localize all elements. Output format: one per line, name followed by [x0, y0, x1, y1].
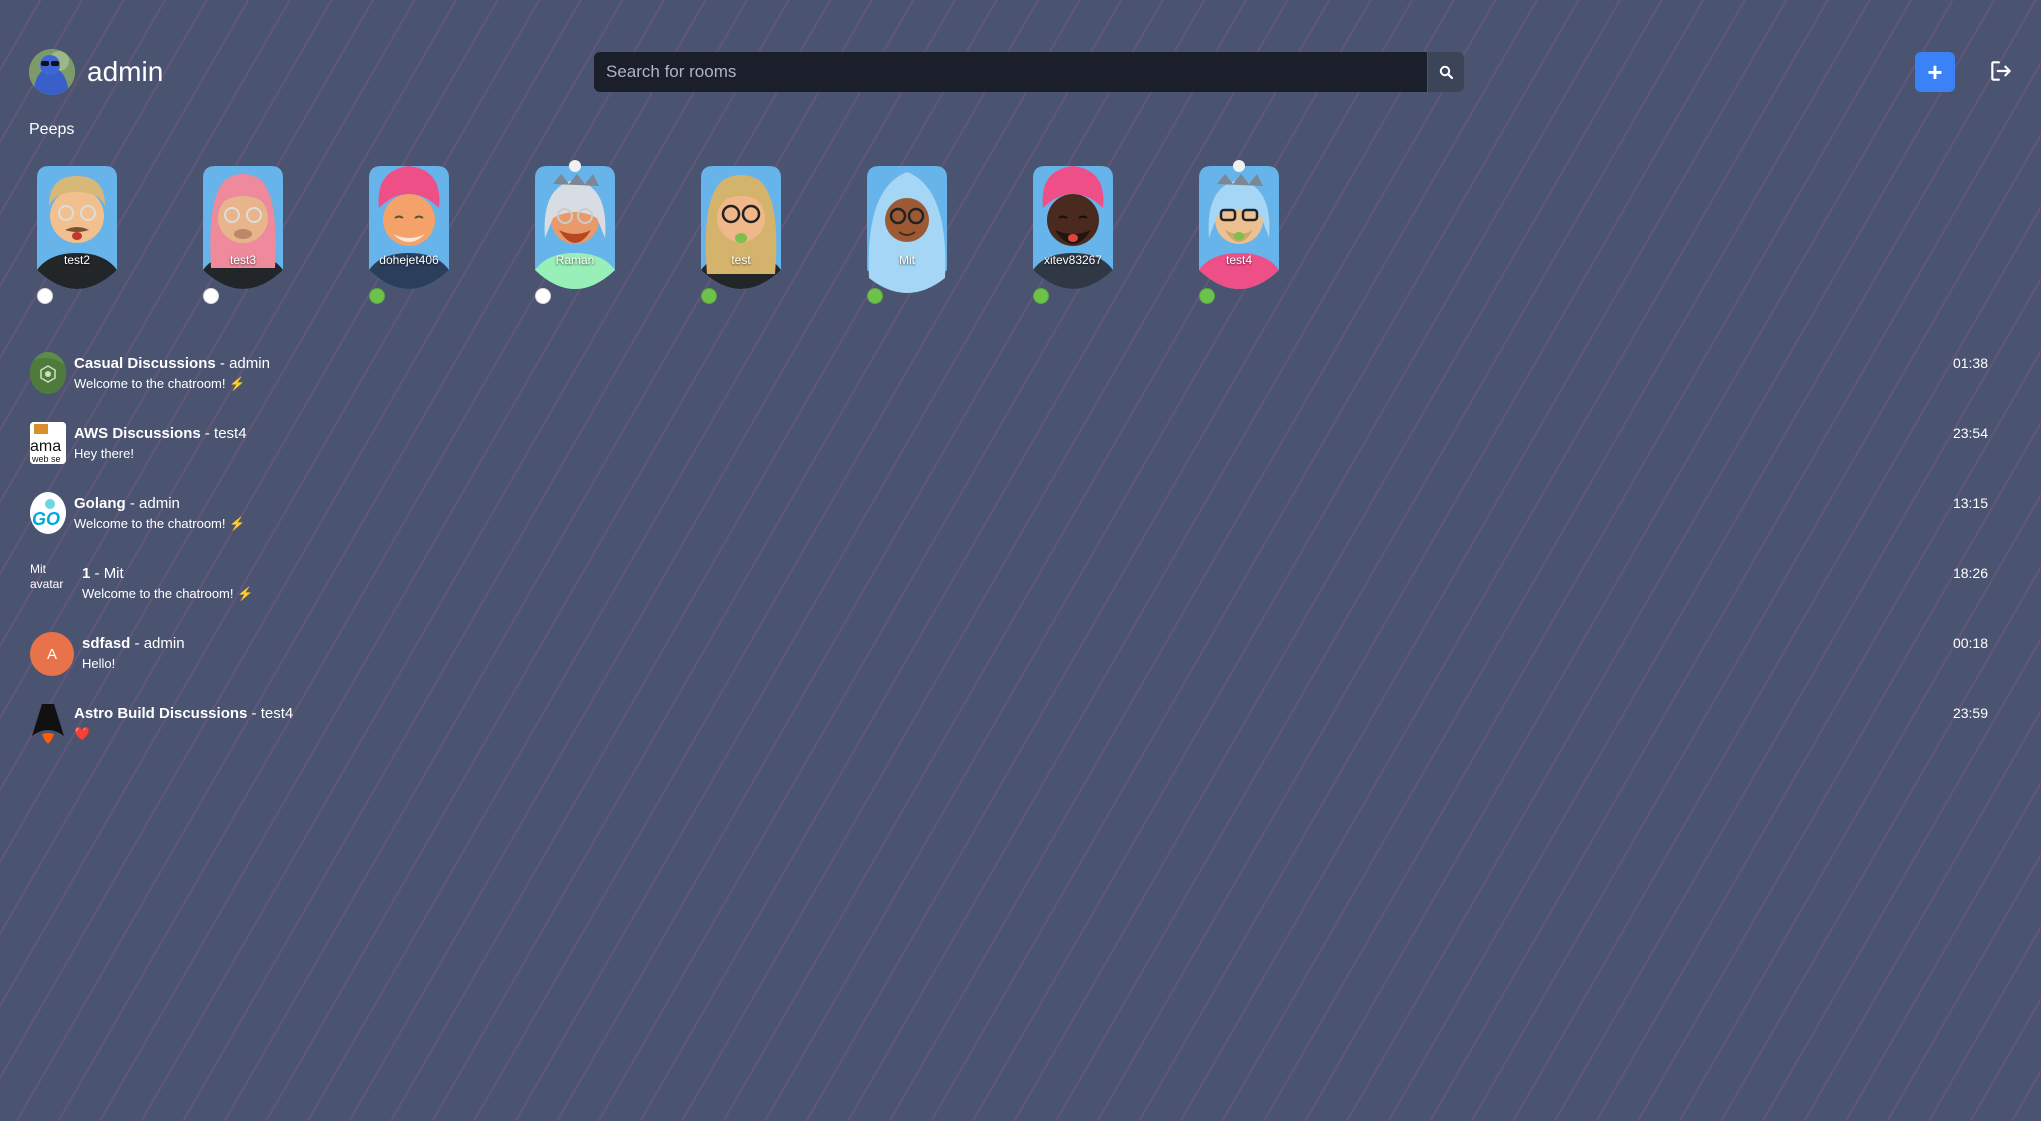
peep-name: test4 [1225, 253, 1252, 267]
astro-room-icon [30, 702, 66, 744]
peep-avatar[interactable]: xitev83267 [1025, 158, 1121, 304]
user-name: admin [87, 56, 164, 87]
aws-icon-text: ama [30, 438, 61, 455]
broken-image-icon: Mit avatar [30, 562, 74, 604]
room-list: Casual Discussions - admin Welcome to th… [28, 350, 1988, 770]
status-indicator [37, 288, 53, 304]
room-item[interactable]: Astro Build Discussions - test4 ❤️ 23:59 [28, 700, 1988, 770]
room-item[interactable]: Mit avatar 1 - Mit Welcome to the chatro… [28, 560, 1988, 630]
peep-name: dohejet406 [379, 253, 439, 267]
room-name: sdfasd [82, 635, 131, 652]
room-item[interactable]: A sdfasd - admin Hello! 00:18 [28, 630, 1988, 700]
room-last-message: Welcome to the chatroom! ⚡ [74, 376, 246, 391]
letter-avatar-text: A [46, 645, 57, 663]
room-name: Golang [74, 495, 126, 512]
room-name: Astro Build Discussions [74, 705, 248, 722]
peeps-heading: Peeps [29, 121, 75, 138]
user-profile[interactable]: admin [29, 49, 163, 95]
plus-icon: + [1927, 57, 1943, 87]
room-owner: test4 [214, 425, 247, 442]
room-owner: admin [143, 635, 185, 652]
search-button[interactable] [1428, 52, 1464, 92]
peep-avatar[interactable]: Mit [859, 158, 955, 304]
svg-text:web se: web se [31, 454, 61, 464]
room-title: AWS Discussions - test4 [74, 425, 247, 442]
room-item[interactable]: GO Golang - admin Welcome to the chatroo… [28, 490, 1988, 560]
peep-avatar[interactable]: test4 [1191, 158, 1287, 304]
room-last-message: Welcome to the chatroom! ⚡ [74, 516, 246, 531]
peeps-list: test2 test3 dohejet406 Raman test Mit xi… [29, 158, 1329, 308]
room-title: Astro Build Discussions - test4 [74, 705, 294, 722]
room-time: 00:18 [1952, 635, 1988, 651]
room-item[interactable]: ama web se AWS Discussions - test4 Hey t… [28, 420, 1988, 490]
room-name: AWS Discussions [74, 425, 201, 442]
room-name: 1 [82, 565, 91, 582]
room-time: 18:26 [1952, 565, 1988, 581]
peep-name: test [731, 253, 751, 267]
room-title: sdfasd - admin [82, 635, 185, 652]
status-indicator [1199, 288, 1215, 304]
status-indicator [1033, 288, 1049, 304]
user-avatar[interactable] [29, 49, 75, 95]
room-time: 23:54 [1952, 425, 1988, 441]
room-time: 01:38 [1952, 355, 1988, 371]
peep-avatar[interactable]: test3 [195, 158, 291, 304]
room-title: 1 - Mit [82, 565, 124, 582]
status-indicator [867, 288, 883, 304]
status-indicator [701, 288, 717, 304]
chat-app: admin + Peeps [0, 0, 2041, 1121]
room-search [594, 52, 1464, 92]
room-owner: admin [139, 495, 180, 512]
broken-image-alt: Mit avatar [30, 562, 64, 591]
room-owner: test4 [260, 705, 294, 722]
room-time: 13:15 [1952, 495, 1988, 511]
room-time: 23:59 [1952, 705, 1988, 721]
room-last-message: Hello! [82, 656, 116, 671]
room-title: Casual Discussions - admin [74, 355, 270, 372]
status-indicator [535, 288, 551, 304]
peep-name: Mit [899, 253, 915, 267]
room-name: Casual Discussions [74, 355, 216, 372]
peep-avatar[interactable]: test [693, 158, 789, 304]
peep-name: Raman [555, 253, 595, 267]
status-indicator [369, 288, 385, 304]
search-icon [1439, 65, 1453, 79]
logout-icon [1991, 60, 2011, 81]
add-room-button[interactable]: + [1915, 52, 1955, 92]
casual-room-icon [30, 352, 66, 394]
peep-name: test2 [63, 253, 90, 267]
golang-icon-text: GO [32, 509, 60, 529]
room-owner: Mit [103, 565, 124, 582]
peep-avatar[interactable]: Raman [527, 158, 623, 304]
peep-name: test3 [229, 253, 256, 267]
aws-room-icon: ama web se [30, 422, 66, 464]
status-indicator [203, 288, 219, 304]
peep-name: xitev83267 [1043, 253, 1103, 267]
room-owner: admin [229, 355, 270, 372]
header: admin + [0, 0, 2041, 120]
room-last-message: Welcome to the chatroom! ⚡ [82, 586, 254, 601]
room-last-message: ❤️ [74, 726, 91, 741]
peep-avatar[interactable]: dohejet406 [361, 158, 457, 304]
logout-button[interactable] [1986, 57, 2016, 87]
room-item[interactable]: Casual Discussions - admin Welcome to th… [28, 350, 1988, 420]
room-title: Golang - admin [74, 495, 180, 512]
search-input[interactable] [594, 52, 1427, 92]
room-last-message: Hey there! [74, 446, 134, 461]
letter-avatar-icon: A [30, 632, 74, 676]
peep-avatar[interactable]: test2 [29, 158, 125, 304]
golang-room-icon: GO [30, 492, 66, 534]
